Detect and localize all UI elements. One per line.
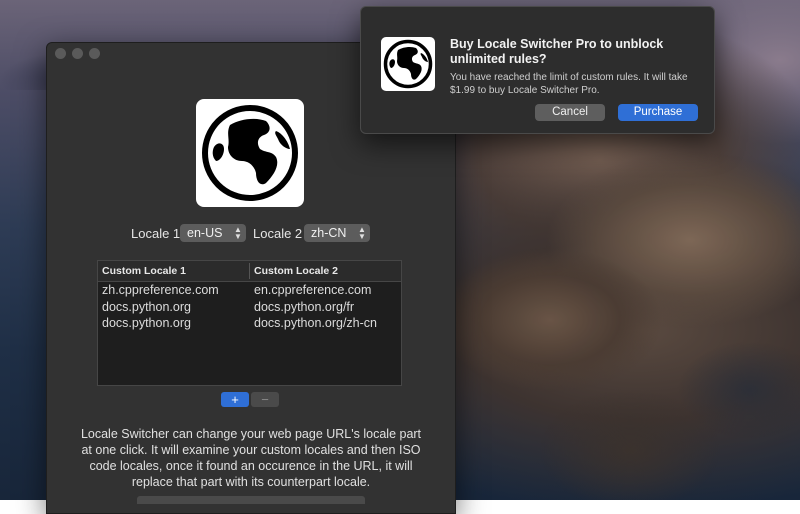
locale1-value: en-US [187,226,223,240]
locale1-label: Locale 1 [131,226,181,241]
updown-chevron-icon: ▲ ▼ [234,225,242,241]
locale2-value: zh-CN [311,226,347,240]
purchase-button[interactable]: Purchase [618,104,698,121]
minimize-window-button[interactable] [72,48,83,59]
bottom-button-partial[interactable] [137,496,365,504]
remove-rule-button[interactable]: − [251,392,279,407]
table-header: Custom Locale 1 Custom Locale 2 [98,261,401,282]
locale2-select[interactable]: zh-CN ▲ ▼ [304,224,370,242]
table-cell: zh.cppreference.com [102,283,219,297]
locale1-select[interactable]: en-US ▲ ▼ [180,224,246,242]
locale2-label: Locale 2 [253,226,303,241]
app-description: Locale Switcher can change your web page… [80,427,422,489]
table-cell: docs.python.org [102,299,191,314]
globe-icon [196,99,304,207]
close-window-button[interactable] [55,48,66,59]
zoom-window-button[interactable] [89,48,100,59]
globe-icon [381,37,435,91]
purchase-alert: Buy Locale Switcher Pro to unblock unlim… [360,6,715,134]
table-cell: docs.python.org [102,316,191,330]
table-cell: en.cppreference.com [254,283,372,297]
custom-locales-table[interactable]: Custom Locale 1 Custom Locale 2 zh.cppre… [97,260,402,386]
locale-selector-row: Locale 1 en-US ▲ ▼ Locale 2 zh-CN ▲ ▼ [47,224,455,244]
add-rule-button[interactable]: + [221,392,249,407]
column-header-locale2[interactable]: Custom Locale 2 [254,265,338,277]
column-header-locale1[interactable]: Custom Locale 1 [102,265,186,277]
column-divider [249,263,250,279]
table-row[interactable]: zh.cppreference.com en.cppreference.com [98,282,401,299]
table-cell: docs.python.org/fr [254,299,355,314]
alert-message: You have reached the limit of custom rul… [450,72,688,96]
alert-title: Buy Locale Switcher Pro to unblock unlim… [450,37,664,66]
table-row[interactable]: docs.python.org docs.python.org/fr [98,299,401,316]
cancel-button[interactable]: Cancel [535,104,605,121]
updown-chevron-icon: ▲ ▼ [358,225,366,241]
wallpaper-rocks [430,90,800,500]
table-row[interactable]: docs.python.org docs.python.org/zh-cn [98,315,401,332]
table-cell: docs.python.org/zh-cn [254,316,377,330]
